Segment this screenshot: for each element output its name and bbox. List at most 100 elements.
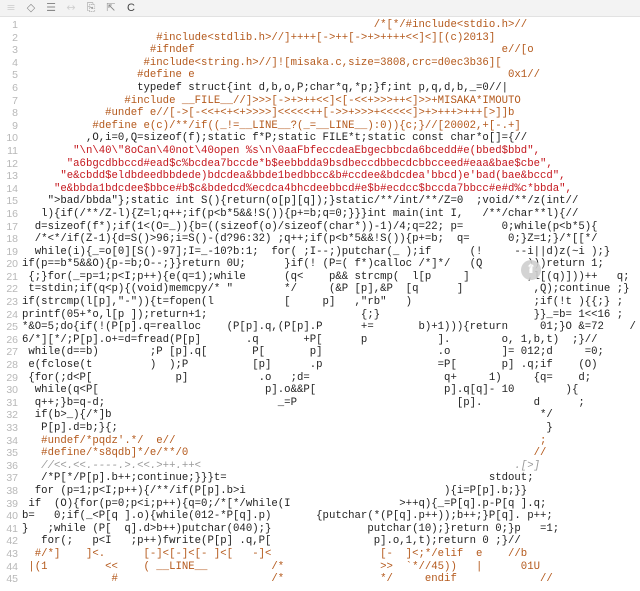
code-text: while(q<P[ p].o&&P[ p].q[q]- 10 ){	[22, 384, 579, 397]
code-line[interactable]: 42 for(; p<I ;p++)fwrite(P[p] .q,P[ p].o…	[0, 535, 640, 548]
code-line[interactable]: 43 #/*] ]<. [-]<[-]<[- ]<[ -]< [- ]<;*/e…	[0, 548, 640, 561]
code-text: e(fclose(t ) );P [p] .p =P[ p] .q;if (O)	[22, 359, 598, 372]
line-number: 18	[6, 233, 18, 246]
line-number: 17	[6, 220, 18, 233]
code-line[interactable]: 19 while(i){_=o[0][S()-97];I=_-10?b:1; f…	[0, 246, 640, 259]
code-line[interactable]: 8 #undef e//[->[-<<+<+<+>>>>]<<<<<++[->>…	[0, 107, 640, 120]
code-line[interactable]: 15 ">bad/bbda"};static int S(){return(o[…	[0, 195, 640, 208]
code-line[interactable]: 33 P[p].d=b;}{; }	[0, 422, 640, 435]
code-line[interactable]: 3 #ifndef e//[o	[0, 44, 640, 57]
code-text: /*<*/if(Z-1){d=S()>96;i=S()-(d?96:32) ;q…	[22, 233, 598, 246]
code-line[interactable]: 30 while(q<P[ p].o&&P[ p].q[q]- 10 ){	[0, 384, 640, 397]
line-number: 31	[6, 396, 18, 409]
code-line[interactable]: 5 #define e 0x1//	[0, 69, 640, 82]
code-text: l){if(/**/Z-l){Z=l;q++;if(p<b*5&&!S()){p…	[22, 207, 579, 220]
code-line[interactable]: 1 /*[*/#include<stdio.h>//	[0, 19, 640, 32]
code-line[interactable]: 6 typedef struct{int d,b,o,P;char*q,*p;}…	[0, 82, 640, 95]
code-line[interactable]: 2 #include<stdlib.h>//]++++[->++[->+>+++…	[0, 32, 640, 45]
code-line[interactable]: 29 {for(;d<P[ p] .o ;d= q+ 1) {q= d;	[0, 372, 640, 385]
code-text: "a6bgcdbbccd#ead$c%bcdea7bccde*b$eebbdda…	[22, 157, 553, 170]
editor-toolbar: ≡ ◇ ☰ ↔ ⎘ ⇱ C	[0, 0, 640, 17]
code-line[interactable]: 4 #include<string.h>//]![misaka.c,size=3…	[0, 57, 640, 70]
menu-icon[interactable]: ≡	[4, 1, 18, 15]
code-line[interactable]: 20 if(p==b*5&&O){p-=b;O--;}}return 0U; }i…	[0, 258, 640, 271]
line-number: 13	[6, 170, 18, 183]
code-view-icon[interactable]: ◇	[24, 1, 38, 15]
code-line[interactable]: 22 t=stdin;if(q<p){(void)memcpy/* " */ (…	[0, 283, 640, 296]
code-line[interactable]: 25 *&O=5;do{if(!(P[p].q=realloc (P[p].q,(…	[0, 321, 640, 334]
code-line[interactable]: 44 |(1 << ( __LINE__ /* >> `*//45)) | 01…	[0, 561, 640, 574]
code-line[interactable]: 26 6/*][*/;P[p].o+=d=fread(P[p] .q +P[ p …	[0, 334, 640, 347]
line-number: 12	[6, 157, 18, 170]
code-text: #undef e//[->[-<<+<+<+>>>>]<<<<<++[->>+>…	[22, 107, 515, 120]
code-line[interactable]: 23 if(strcmp(l[p],"-")){t=fopen(l [ p] ,"…	[0, 296, 640, 309]
line-number: 37	[6, 472, 18, 485]
copy-icon[interactable]: ⎘	[84, 1, 98, 15]
code-line[interactable]: 9 #define e(c)/**/if((_!=__LINE__?(_=__L…	[0, 120, 640, 133]
code-line[interactable]: 32 if(b>_){/*]b */	[0, 409, 640, 422]
line-number: 33	[6, 422, 18, 434]
code-text: q++;}b=q-d; _=P [p]. d ;	[22, 396, 585, 409]
line-number: 9	[12, 119, 18, 132]
code-line[interactable]: 24 printf(05+*o,l[p ]);return+1; {;} }}_=…	[0, 309, 640, 322]
code-line[interactable]: 27 while(d==b) ;P [p].q[ P[ p] .o ]= 012…	[0, 346, 640, 359]
code-text: if(strcmp(l[p],"-")){t=fopen(l [ p] ,"rb…	[22, 296, 624, 309]
expand-horizontal-icon[interactable]: ↔	[64, 1, 78, 15]
code-line[interactable]: 36 //<<.<<.----.>.<<.>++.++< .[>]	[0, 460, 640, 473]
line-number: 11	[7, 144, 18, 157]
code-text: #/*] ]<. [-]<[-]<[- ]<[ -]< [- ]<;*/elif…	[22, 547, 528, 560]
scroll-to-top-button[interactable]: ⬆	[521, 260, 541, 280]
code-line[interactable]: 40 b= 0;if(_<P[q ].o){while(012-*P[q].p) …	[0, 510, 640, 523]
code-line[interactable]: 39 if (O){for(p=0;p<i;p++){q=0;/*[*/whil…	[0, 498, 640, 511]
code-line[interactable]: 31 q++;}b=q-d; _=P [p]. d ;	[0, 397, 640, 410]
code-text: for(; p<I ;p++)fwrite(P[p] .q,P[ p].o,1,…	[22, 535, 521, 548]
code-text: if (O){for(p=0;p<i;p++){q=0;/*[*/while(I…	[22, 497, 547, 510]
code-line[interactable]: 11 "\n\40\"8oCan\40not\40open %s\n\0aaFb…	[0, 145, 640, 158]
line-number: 10	[6, 132, 18, 145]
code-text: if(p==b*5&&O){p-=b;O--;}}return 0U; }if(…	[22, 258, 604, 271]
code-text: #include<stdlib.h>//]++++[->++[->+>++++<…	[22, 31, 496, 44]
code-text: {for(;d<P[ p] .o ;d= q+ 1) {q= d;	[22, 371, 592, 384]
code-text: #undef/*pqdz'.*/ e// ;	[22, 434, 547, 447]
code-line[interactable]: 21 {;}for(_=p=1;p<I;p++){e(q=1);while (q…	[0, 271, 640, 284]
code-line[interactable]: 12 "a6bgcdbbccd#ead$c%bcdea7bccde*b$eebb…	[0, 158, 640, 171]
code-text: ">bad/bbda"};static int S(){return(o[p][…	[22, 195, 579, 208]
line-number: 45	[6, 573, 18, 586]
line-number: 14	[6, 182, 18, 195]
open-external-icon[interactable]: ⇱	[104, 1, 118, 15]
code-line[interactable]: 18 /*<*/if(Z-1){d=S()>96;i=S()-(d?96:32)…	[0, 233, 640, 246]
code-line[interactable]: 35 #define/*s8qdb]*/e/**/0 //	[0, 447, 640, 460]
language-label: C	[127, 2, 135, 14]
wrap-lines-icon[interactable]: ☰	[44, 1, 58, 15]
code-line[interactable]: 13 "e&cbdd$eldbdeedbbdede)bdcdea&bbde1be…	[0, 170, 640, 183]
line-number: 34	[6, 434, 18, 447]
code-line[interactable]: 14 "e&bbda1bdcdee$bbce#b$c&bdedcd%ecdca4…	[0, 183, 640, 196]
line-number: 19	[6, 245, 18, 258]
code-line[interactable]: 16 l){if(/**/Z-l){Z=l;q++;if(p<b*5&&!S()…	[0, 208, 640, 221]
code-text: #define/*s8qdb]*/e/**/0 //	[22, 447, 547, 460]
code-line[interactable]: 38 for (p=1;p<I;p++){/**/if(P[p].b>i ){i…	[0, 485, 640, 498]
line-number: 6	[12, 81, 18, 94]
code-line[interactable]: 7 #include __FILE__//]>>>[->+>++<<]<[-<<…	[0, 95, 640, 108]
code-text: # /* */ endif //	[22, 573, 553, 586]
line-number: 27	[6, 346, 18, 359]
code-line[interactable]: 37 /*P[*/P[p].b++;continue;}}}t= stdout;	[0, 472, 640, 485]
code-line[interactable]: 34 #undef/*pqdz'.*/ e// ;	[0, 435, 640, 448]
line-number: 35	[6, 447, 18, 460]
code-text: printf(05+*o,l[p ]);return+1; {;} }}_=b=…	[22, 308, 624, 321]
line-number: 16	[6, 207, 18, 220]
code-line[interactable]: 28 e(fclose(t ) );P [p] .p =P[ p] .q;if …	[0, 359, 640, 372]
code-text: *&O=5;do{if(!(P[p].q=realloc (P[p].q,(P[…	[22, 321, 636, 334]
arrow-up-icon: ⬆	[525, 262, 537, 277]
code-text: |(1 << ( __LINE__ /* >> `*//45)) | 01U	[22, 560, 540, 573]
line-number: 36	[6, 459, 18, 472]
line-number: 38	[6, 484, 18, 497]
code-line[interactable]: 41} ;while (P[ q].d>b++)putchar(040);} p…	[0, 523, 640, 536]
code-line[interactable]: 45 # /* */ endif //	[0, 573, 640, 586]
code-line[interactable]: 10 ,O,i=0,Q=sizeof(f);static f*P;static …	[0, 132, 640, 145]
code-editor[interactable]: 1 /*[*/#include<stdio.h>//2 #include<std…	[0, 19, 640, 586]
line-number: 21	[6, 270, 18, 283]
code-text: while(d==b) ;P [p].q[ P[ p] .o ]= 012;d …	[22, 346, 604, 359]
code-line[interactable]: 17 d=sizeof(f*);if(1<(O=_)){b=((sizeof(o…	[0, 221, 640, 234]
code-text: if(b>_){/*]b */	[22, 409, 553, 422]
